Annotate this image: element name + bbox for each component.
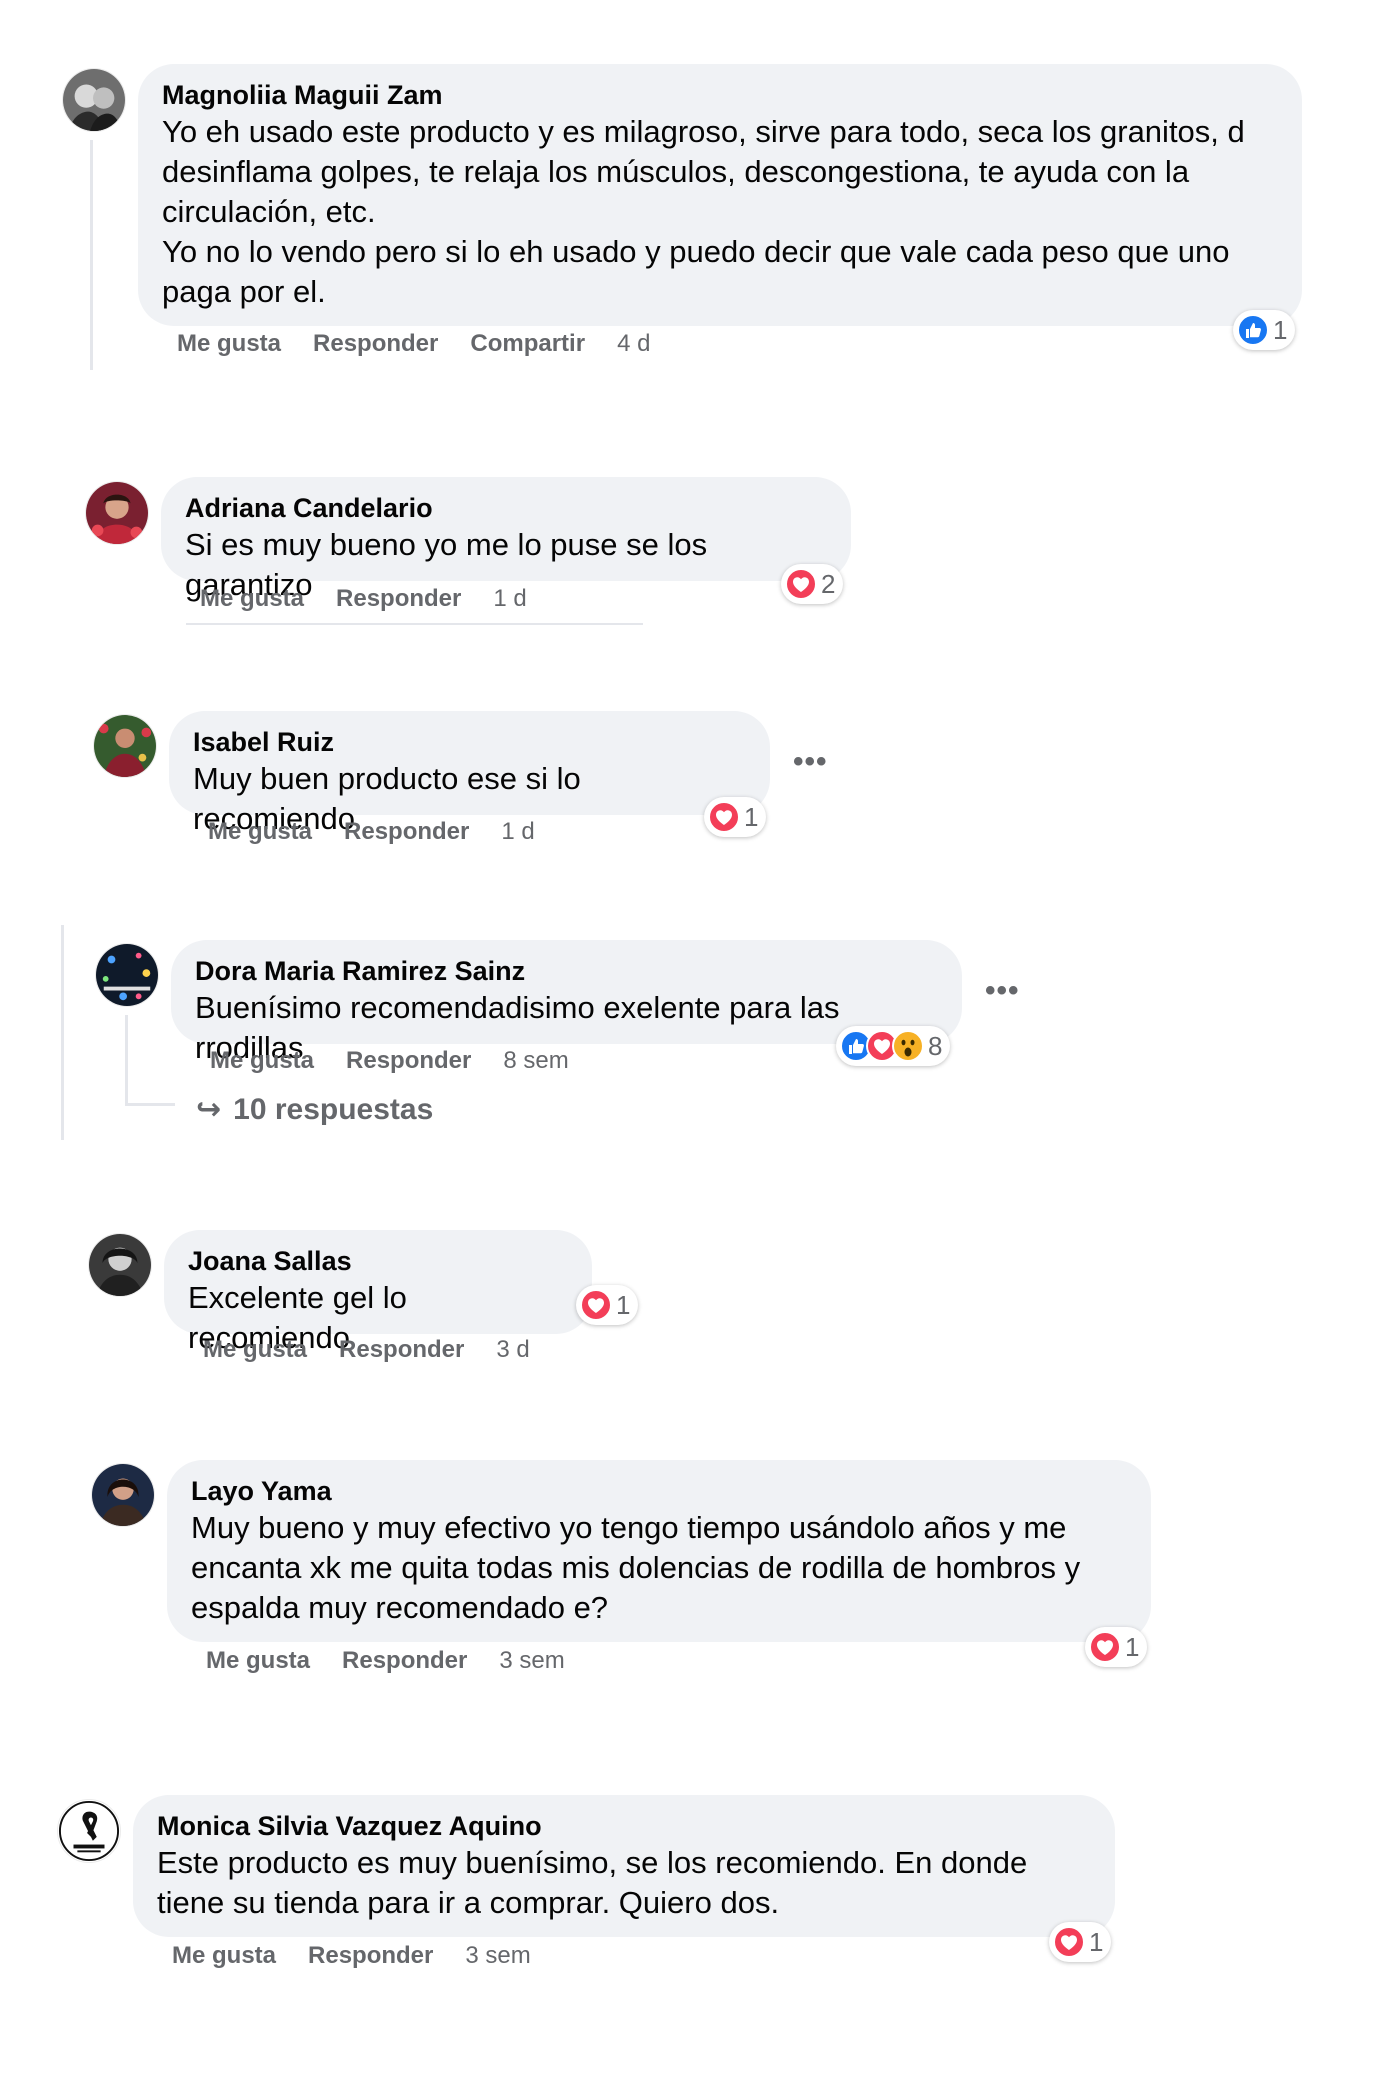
timestamp[interactable]: 8 sem xyxy=(503,1047,568,1075)
reaction-summary[interactable]: 1 xyxy=(1049,1922,1112,1962)
reaction-count: 1 xyxy=(1089,1926,1104,1957)
like-icon xyxy=(1237,314,1269,346)
avatar[interactable] xyxy=(85,481,149,545)
reaction-summary[interactable]: 1 xyxy=(704,797,767,837)
timestamp[interactable]: 1 d xyxy=(493,585,526,613)
avatar[interactable] xyxy=(95,943,159,1007)
comment-actions: Me gusta Responder 3 sem xyxy=(172,1942,531,1970)
reply-button[interactable]: Responder xyxy=(308,1942,433,1970)
avatar[interactable] xyxy=(88,1233,152,1297)
reaction-count: 1 xyxy=(744,801,759,832)
divider xyxy=(186,623,643,625)
comment-actions: Me gusta Responder 1 d xyxy=(200,585,527,613)
comment-actions: Me gusta Responder Compartir 4 d xyxy=(177,330,650,358)
comment-bubble: Magnoliia Maguii Zam Yo eh usado este pr… xyxy=(138,64,1302,326)
reaction-summary[interactable]: 1 xyxy=(576,1285,639,1325)
reaction-count: 8 xyxy=(928,1030,943,1061)
reaction-summary[interactable]: 1 xyxy=(1233,310,1296,350)
reaction-summary[interactable]: 1 xyxy=(1085,1627,1148,1667)
comment-bubble: Monica Silvia Vazquez Aquino Este produc… xyxy=(133,1795,1115,1937)
like-button[interactable]: Me gusta xyxy=(177,330,281,358)
timestamp[interactable]: 3 sem xyxy=(465,1942,530,1970)
love-icon xyxy=(1089,1631,1121,1663)
avatar[interactable] xyxy=(57,1799,121,1863)
love-icon xyxy=(785,568,817,600)
comment-text: Muy bueno y muy efectivo yo tengo tiempo… xyxy=(191,1510,1089,1625)
reaction-summary[interactable]: 2 xyxy=(781,564,844,604)
replies-label: 10 respuestas xyxy=(233,1092,434,1126)
comment-author[interactable]: Dora Maria Ramirez Sainz xyxy=(195,954,938,988)
comment-actions: Me gusta Responder 3 d xyxy=(203,1336,530,1364)
comment-bubble: Joana Sallas Excelente gel lo recomiendo xyxy=(164,1230,592,1355)
reaction-count: 1 xyxy=(1125,1631,1140,1662)
comment-actions: Me gusta Responder 1 d xyxy=(208,818,535,846)
timestamp[interactable]: 4 d xyxy=(617,330,650,358)
comment-author[interactable]: Joana Sallas xyxy=(188,1244,568,1278)
like-button[interactable]: Me gusta xyxy=(206,1647,310,1675)
comment-author[interactable]: Monica Silvia Vazquez Aquino xyxy=(157,1809,1091,1843)
more-options-icon[interactable]: ••• xyxy=(985,976,1020,1006)
like-button[interactable]: Me gusta xyxy=(210,1047,314,1075)
timestamp[interactable]: 1 d xyxy=(501,818,534,846)
replies-connector xyxy=(125,1103,175,1106)
reply-button[interactable]: Responder xyxy=(313,330,438,358)
reply-arrow-icon: ↪ xyxy=(196,1093,222,1126)
comment-bubble: Isabel Ruiz Muy buen producto ese si lo … xyxy=(169,711,770,836)
comment-actions: Me gusta Responder 3 sem xyxy=(206,1647,565,1675)
reaction-count: 1 xyxy=(616,1289,631,1320)
share-button[interactable]: Compartir xyxy=(470,330,585,358)
reaction-summary[interactable]: 8 xyxy=(836,1026,951,1066)
like-button[interactable]: Me gusta xyxy=(172,1942,276,1970)
avatar[interactable] xyxy=(62,68,126,132)
comment-author[interactable]: Layo Yama xyxy=(191,1474,1127,1508)
reply-button[interactable]: Responder xyxy=(346,1047,471,1075)
wow-icon xyxy=(892,1030,924,1062)
comment-author[interactable]: Isabel Ruiz xyxy=(193,725,746,759)
reply-button[interactable]: Responder xyxy=(336,585,461,613)
timestamp[interactable]: 3 d xyxy=(496,1336,529,1364)
reply-button[interactable]: Responder xyxy=(342,1647,467,1675)
reply-button[interactable]: Responder xyxy=(344,818,469,846)
comment-bubble: Adriana Candelario Si es muy bueno yo me… xyxy=(161,477,851,602)
like-button[interactable]: Me gusta xyxy=(203,1336,307,1364)
thread-line xyxy=(90,140,93,370)
comment-bubble: Dora Maria Ramirez Sainz Buenísimo recom… xyxy=(171,940,962,1065)
love-icon xyxy=(1053,1926,1085,1958)
view-replies-button[interactable]: ↪ 10 respuestas xyxy=(196,1092,433,1127)
like-button[interactable]: Me gusta xyxy=(200,585,304,613)
comment-actions: Me gusta Responder 8 sem xyxy=(210,1047,569,1075)
comment-bubble: Layo Yama Muy bueno y muy efectivo yo te… xyxy=(167,1460,1151,1642)
timestamp[interactable]: 3 sem xyxy=(499,1647,564,1675)
more-options-icon[interactable]: ••• xyxy=(793,747,828,777)
comment-text: Este producto es muy buenísimo, se los r… xyxy=(157,1845,1036,1920)
replies-connector xyxy=(125,1015,128,1105)
reaction-count: 2 xyxy=(821,568,836,599)
reaction-count: 1 xyxy=(1273,314,1288,345)
reply-button[interactable]: Responder xyxy=(339,1336,464,1364)
avatar[interactable] xyxy=(93,714,157,778)
love-icon xyxy=(580,1289,612,1321)
like-button[interactable]: Me gusta xyxy=(208,818,312,846)
love-icon xyxy=(708,801,740,833)
comment-author[interactable]: Adriana Candelario xyxy=(185,491,827,525)
thread-line xyxy=(61,925,64,1140)
comment-text: Yo eh usado este producto y es milagroso… xyxy=(162,114,1245,309)
avatar[interactable] xyxy=(91,1463,155,1527)
comment-author[interactable]: Magnoliia Maguii Zam xyxy=(162,78,1278,112)
